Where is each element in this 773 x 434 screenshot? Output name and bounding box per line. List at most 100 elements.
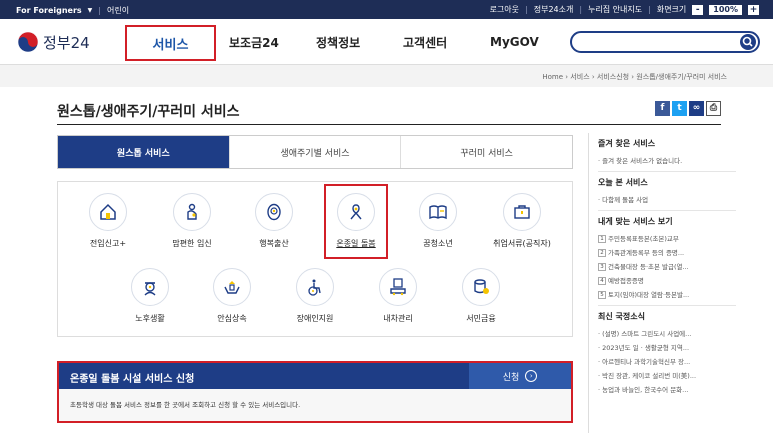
- logo-text: 정부24: [43, 33, 90, 52]
- search-icon: [742, 36, 753, 47]
- service-label: 내차관리: [383, 314, 413, 323]
- divider: [57, 124, 721, 125]
- service-item[interactable]: 장애인지원: [275, 268, 355, 324]
- divider: [598, 171, 736, 172]
- service-item[interactable]: 맘편한 임신: [152, 193, 232, 249]
- zoom-out-button[interactable]: -: [692, 4, 704, 15]
- recommend-item[interactable]: 3 건축물대장 등·초본 발급(열...: [598, 261, 758, 271]
- recommend-item[interactable]: 1 주민등록표등본(초본)교부: [598, 233, 758, 243]
- divider: |: [98, 6, 101, 15]
- page-title: 원스톱/생애주기/꾸러미 서비스: [57, 104, 240, 120]
- arrow-right-icon: ›: [525, 370, 538, 382]
- service-label: 취업서류(공직자): [493, 239, 551, 248]
- house-icon: [89, 193, 127, 231]
- site-logo[interactable]: 정부24: [17, 31, 90, 53]
- wheelchair-icon: [296, 268, 334, 306]
- divider: |: [525, 5, 528, 14]
- favorites-title: 즐겨 찾은 서비스: [598, 139, 656, 148]
- search-input[interactable]: [570, 31, 760, 53]
- service-item[interactable]: 노후생활: [110, 268, 190, 324]
- news-item[interactable]: · 박진 장관, 케이코 설리번 미(美)...: [598, 370, 758, 380]
- recommend-item[interactable]: 5 토지(임야)대장 열람·등본발...: [598, 289, 758, 299]
- service-item[interactable]: 전입신고+: [68, 193, 148, 249]
- about-link[interactable]: 정부24소개: [534, 4, 574, 15]
- apply-header: 온종일 돌봄 시설 서비스 신청 신청 ›: [59, 363, 571, 389]
- tab-package[interactable]: 꾸러미 서비스: [401, 136, 572, 168]
- facebook-icon[interactable]: f: [655, 101, 670, 116]
- menu-subsidy[interactable]: 보조금24: [229, 19, 279, 65]
- service-label: 노후생활: [135, 314, 165, 323]
- tab-lifecycle[interactable]: 생애주기별 서비스: [230, 136, 402, 168]
- service-label: 서민금융: [466, 314, 496, 323]
- print-icon[interactable]: ⎙: [706, 101, 721, 116]
- favorites-empty: · 즐겨 찾은 서비스가 없습니다.: [598, 157, 683, 165]
- service-label: 장애인지원: [296, 314, 334, 323]
- selected-service-highlight: [324, 184, 388, 259]
- logout-link[interactable]: 로그아웃: [490, 4, 519, 15]
- pregnant-icon: [173, 193, 211, 231]
- service-label: 행복출산: [259, 239, 289, 248]
- breadcrumb: Home › 서비스 › 서비스신청 › 원스톱/생애주기/꾸러미 서비스: [542, 73, 727, 81]
- service-tabs: 원스톱 서비스 생애주기별 서비스 꾸러미 서비스: [57, 135, 573, 169]
- chevron-down-icon: ▼: [87, 7, 93, 14]
- apply-button-label: 신청: [502, 372, 520, 383]
- tab-onestop[interactable]: 원스톱 서비스: [58, 136, 230, 168]
- for-foreigners-link[interactable]: For Foreigners: [16, 6, 82, 15]
- kids-link[interactable]: 어린이: [107, 5, 129, 16]
- news-item[interactable]: · 2023년도 일 · 생활균형 지역...: [598, 342, 758, 352]
- apply-panel: 온종일 돌봄 시설 서비스 신청 신청 › 초등학생 대상 돌봄 서비스 정보를…: [57, 361, 573, 423]
- service-label: 안심상속: [217, 314, 247, 323]
- utility-bar: For Foreigners ▼ | 어린이 로그아웃 | 정부24소개 | 누…: [0, 0, 773, 19]
- service-item[interactable]: 행복출산: [234, 193, 314, 249]
- menu-customer-center[interactable]: 고객센터: [403, 19, 447, 65]
- baby-icon: [255, 193, 293, 231]
- car-document-icon: [379, 268, 417, 306]
- sitemap-link[interactable]: 누리집 안내지도: [588, 4, 642, 15]
- recent-item[interactable]: · 다함께 돌봄 사업: [598, 194, 758, 204]
- inheritance-icon: [213, 268, 251, 306]
- divider: |: [579, 5, 583, 14]
- elderly-icon: [131, 268, 169, 306]
- menu-policy[interactable]: 정책정보: [316, 19, 360, 65]
- share-buttons: f t ∞ ⎙: [655, 101, 721, 116]
- news-item[interactable]: · (설명) 스마트 그린도시 사업에...: [598, 328, 758, 338]
- news-item[interactable]: · 농업과 바늘인, 한국수어 문화...: [598, 384, 758, 394]
- news-title: 최신 국정소식: [598, 312, 645, 321]
- divider: |: [648, 5, 651, 14]
- menu-services[interactable]: 서비스: [125, 25, 216, 61]
- rank-badge: 2: [598, 249, 606, 257]
- service-item[interactable]: 안심상속: [192, 268, 272, 324]
- apply-title: 온종일 돌봄 시설 서비스 신청: [70, 374, 195, 385]
- apply-button[interactable]: 신청 ›: [469, 363, 571, 389]
- recommend-title: 내게 맞는 서비스 보기: [598, 217, 673, 226]
- menu-mygov[interactable]: MyGOV: [490, 19, 539, 65]
- sidebar: 즐겨 찾은 서비스 · 즐겨 찾은 서비스가 없습니다. 오늘 본 서비스 · …: [588, 133, 758, 433]
- rank-badge: 3: [598, 263, 606, 271]
- service-item[interactable]: 내차관리: [358, 268, 438, 324]
- recent-title: 오늘 본 서비스: [598, 178, 648, 187]
- zoom-level: 100%: [709, 4, 742, 15]
- screen-size-label: 화면크기: [656, 5, 687, 14]
- service-item[interactable]: 취업서류(공직자): [482, 193, 562, 249]
- twitter-icon[interactable]: t: [672, 101, 687, 116]
- service-item[interactable]: 서민금융: [441, 268, 521, 324]
- search-button[interactable]: [740, 34, 756, 50]
- taegeuk-logo-icon: [17, 31, 39, 53]
- rank-badge: 1: [598, 235, 606, 243]
- zoom-in-button[interactable]: +: [748, 4, 759, 15]
- rank-badge: 5: [598, 291, 606, 299]
- divider: [598, 305, 736, 306]
- coins-icon: [462, 268, 500, 306]
- rank-badge: 4: [598, 277, 606, 285]
- service-item[interactable]: 꿈청소년: [398, 193, 478, 249]
- book-icon: [419, 193, 457, 231]
- recommend-item[interactable]: 4 예방접종증명: [598, 275, 758, 285]
- recommend-item[interactable]: 2 가족관계등록부 등의 증명...: [598, 247, 758, 257]
- news-item[interactable]: · 아르헨티나 과학기술혁신부 장...: [598, 356, 758, 366]
- divider: [598, 210, 736, 211]
- breadcrumb-bar: Home › 서비스 › 서비스신청 › 원스톱/생애주기/꾸러미 서비스: [0, 65, 773, 87]
- briefcase-icon: [503, 193, 541, 231]
- apply-description: 초등학생 대상 돌봄 서비스 정보를 한 곳에서 조회하고 신청 할 수 있는 …: [59, 389, 571, 421]
- service-label: 전입신고+: [89, 239, 127, 248]
- link-icon[interactable]: ∞: [689, 101, 704, 116]
